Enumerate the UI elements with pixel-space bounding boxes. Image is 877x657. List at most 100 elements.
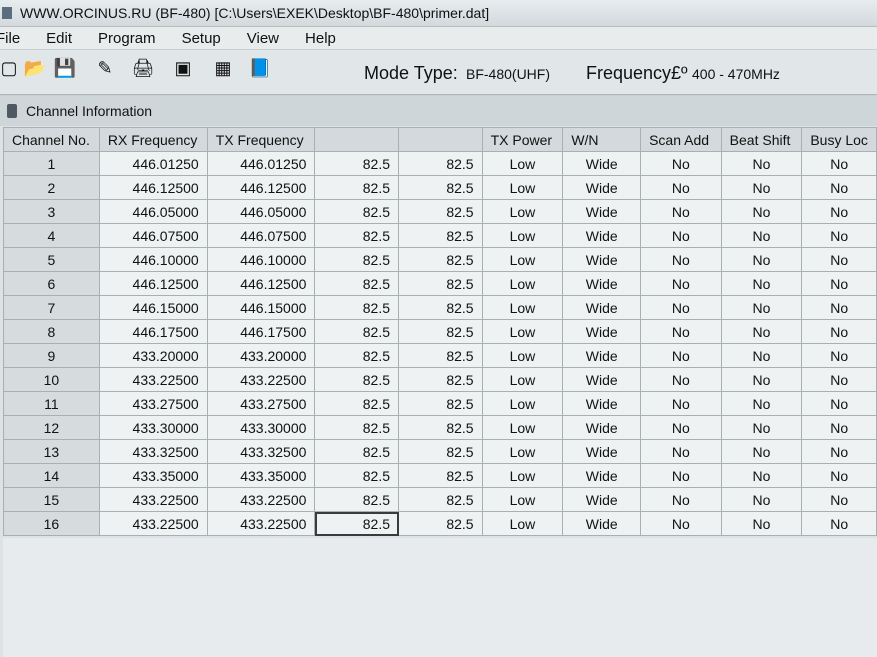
table-cell[interactable]: 433.27500: [98, 391, 208, 416]
table-cell[interactable]: Wide: [562, 151, 642, 176]
table-cell[interactable]: No: [640, 199, 722, 224]
table-cell[interactable]: Wide: [562, 199, 642, 224]
table-cell[interactable]: 82.5: [314, 295, 399, 320]
table-cell[interactable]: Low: [481, 439, 564, 464]
table-cell[interactable]: No: [801, 511, 877, 536]
table-cell[interactable]: 82.5: [398, 295, 483, 320]
table-cell[interactable]: Low: [481, 463, 564, 488]
table-cell[interactable]: 82.5: [398, 199, 483, 224]
table-cell[interactable]: 16: [3, 511, 100, 536]
table-cell[interactable]: Wide: [562, 511, 642, 536]
table-cell[interactable]: No: [720, 271, 803, 296]
table-cell[interactable]: 1: [3, 151, 100, 176]
table-cell[interactable]: Wide: [562, 247, 642, 272]
table-cell[interactable]: 446.07500: [206, 223, 316, 248]
table-row[interactable]: 5 446.10000 446.10000 82.5 82.5 Low Wide No No No: [3, 247, 877, 272]
table-cell[interactable]: 433.22500: [206, 511, 316, 536]
table-cell[interactable]: No: [640, 319, 722, 344]
table-cell[interactable]: No: [640, 271, 722, 296]
table-cell[interactable]: No: [720, 223, 803, 248]
table-cell[interactable]: Low: [481, 271, 564, 296]
table-cell[interactable]: Wide: [562, 439, 642, 464]
menu-program[interactable]: Program: [98, 30, 156, 47]
table-row[interactable]: 9 433.20000 433.20000 82.5 82.5 Low Wide No No No: [3, 343, 877, 368]
table-cell[interactable]: 82.5: [314, 319, 399, 344]
table-cell[interactable]: No: [640, 367, 722, 392]
menu-file[interactable]: File: [0, 30, 20, 47]
table-cell[interactable]: Wide: [562, 295, 642, 320]
table-cell[interactable]: No: [640, 415, 722, 440]
table-cell[interactable]: 2: [3, 175, 100, 200]
table-cell[interactable]: No: [640, 247, 722, 272]
table-cell[interactable]: 433.30000: [98, 415, 208, 440]
table-cell[interactable]: Wide: [562, 175, 642, 200]
table-row[interactable]: 8 446.17500 446.17500 82.5 82.5 Low Wide No No No: [3, 319, 877, 344]
table-cell[interactable]: Low: [481, 487, 564, 512]
table-row[interactable]: 11 433.27500 433.27500 82.5 82.5 Low Wide No No N…: [3, 391, 877, 416]
table-row[interactable]: 6 446.12500 446.12500 82.5 82.5 Low Wide No No No: [3, 271, 877, 296]
menu-help[interactable]: Help: [305, 30, 336, 47]
table-cell[interactable]: No: [640, 463, 722, 488]
table-cell[interactable]: 6: [3, 271, 100, 296]
table-cell[interactable]: 82.5: [398, 151, 483, 176]
table-cell[interactable]: 82.5: [398, 487, 483, 512]
menu-view[interactable]: View: [247, 30, 279, 47]
table-cell[interactable]: No: [801, 463, 877, 488]
table-cell[interactable]: 82.5: [314, 439, 399, 464]
table-cell[interactable]: 10: [3, 367, 100, 392]
table-cell[interactable]: 446.15000: [98, 295, 208, 320]
table-cell[interactable]: 446.15000: [206, 295, 316, 320]
table-cell[interactable]: 446.10000: [206, 247, 316, 272]
table-row[interactable]: 3 446.05000 446.05000 82.5 82.5 Low Wide No No No: [3, 199, 877, 224]
table-cell[interactable]: 82.5: [398, 175, 483, 200]
column-header[interactable]: Beat Shift: [720, 127, 803, 152]
table-cell[interactable]: 82.5: [398, 271, 483, 296]
table-cell[interactable]: 12: [3, 415, 100, 440]
column-header[interactable]: TX Power: [481, 127, 564, 152]
column-header[interactable]: Channel No.: [3, 127, 100, 152]
read-icon[interactable]: ▣: [172, 57, 194, 79]
table-cell[interactable]: No: [720, 463, 803, 488]
table-row[interactable]: 2 446.12500 446.12500 82.5 82.5 Low Wide No No No: [3, 175, 877, 200]
table-cell[interactable]: No: [801, 271, 877, 296]
column-header[interactable]: [314, 127, 399, 152]
table-cell[interactable]: 82.5: [398, 223, 483, 248]
table-cell[interactable]: 446.12500: [206, 175, 316, 200]
table-cell[interactable]: Low: [481, 343, 564, 368]
table-cell[interactable]: 82.5: [314, 511, 399, 536]
table-cell[interactable]: 82.5: [398, 463, 483, 488]
table-cell[interactable]: No: [720, 151, 803, 176]
table-cell[interactable]: 82.5: [314, 199, 399, 224]
table-cell[interactable]: 4: [3, 223, 100, 248]
table-cell[interactable]: 82.5: [398, 343, 483, 368]
table-cell[interactable]: 433.20000: [98, 343, 208, 368]
table-cell[interactable]: No: [801, 319, 877, 344]
column-header[interactable]: W/N: [562, 127, 642, 152]
table-cell[interactable]: Wide: [562, 415, 642, 440]
table-cell[interactable]: 5: [3, 247, 100, 272]
table-row[interactable]: 12 433.30000 433.30000 82.5 82.5 Low Wide No No N…: [3, 415, 877, 440]
table-cell[interactable]: 9: [3, 343, 100, 368]
table-row[interactable]: 1 446.01250 446.01250 82.5 82.5 Low Wide No No No: [3, 151, 877, 176]
column-header[interactable]: [398, 127, 483, 152]
table-cell[interactable]: 14: [3, 463, 100, 488]
table-cell[interactable]: 82.5: [314, 415, 399, 440]
table-cell[interactable]: No: [720, 247, 803, 272]
table-cell[interactable]: 433.35000: [98, 463, 208, 488]
table-cell[interactable]: No: [801, 223, 877, 248]
open-icon[interactable]: 📂: [24, 57, 46, 79]
table-cell[interactable]: No: [640, 343, 722, 368]
table-cell[interactable]: No: [720, 511, 803, 536]
table-cell[interactable]: No: [720, 367, 803, 392]
table-cell[interactable]: 433.22500: [98, 511, 208, 536]
table-cell[interactable]: 446.10000: [98, 247, 208, 272]
new-icon[interactable]: ▢: [0, 57, 20, 79]
table-row[interactable]: 7 446.15000 446.15000 82.5 82.5 Low Wide No No No: [3, 295, 877, 320]
edit-icon[interactable]: ✎: [94, 57, 116, 79]
table-cell[interactable]: Wide: [562, 487, 642, 512]
table-cell[interactable]: No: [720, 415, 803, 440]
table-cell[interactable]: 433.27500: [206, 391, 316, 416]
save-icon[interactable]: 💾: [54, 57, 76, 79]
table-cell[interactable]: 82.5: [398, 367, 483, 392]
print-icon[interactable]: 🖨: [132, 57, 155, 79]
